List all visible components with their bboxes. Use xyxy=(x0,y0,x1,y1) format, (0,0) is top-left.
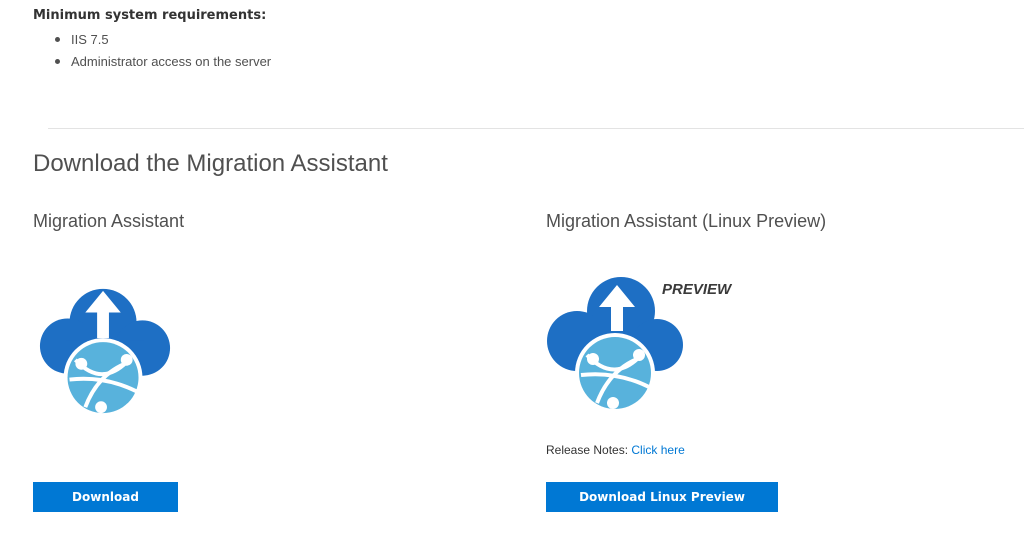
migration-assistant-icon xyxy=(39,288,171,418)
release-notes-link[interactable]: Click here xyxy=(631,443,684,457)
requirement-text: IIS 7.5 xyxy=(71,32,109,47)
requirement-item: Administrator access on the server xyxy=(33,54,271,76)
section-title: Download the Migration Assistant xyxy=(33,150,388,177)
requirement-text: Administrator access on the server xyxy=(71,54,272,69)
bullet-icon xyxy=(55,59,60,64)
requirements-heading: Minimum system requirements: xyxy=(33,8,267,23)
download-linux-preview-button[interactable]: Download Linux Preview xyxy=(546,482,778,512)
release-notes: Release Notes: Click here xyxy=(546,443,685,457)
bullet-icon xyxy=(55,37,60,42)
release-notes-label: Release Notes: xyxy=(546,443,629,457)
preview-badge: PREVIEW xyxy=(662,281,732,298)
requirement-item: IIS 7.5 xyxy=(33,32,271,54)
page: Minimum system requirements: IIS 7.5 Adm… xyxy=(0,0,1024,556)
column-title-migration-assistant: Migration Assistant xyxy=(33,211,185,231)
requirements-list: IIS 7.5 Administrator access on the serv… xyxy=(33,32,271,76)
section-divider xyxy=(48,128,1024,129)
download-button[interactable]: Download xyxy=(33,482,178,512)
column-title-linux-preview: Migration Assistant (Linux Preview) xyxy=(546,211,827,231)
